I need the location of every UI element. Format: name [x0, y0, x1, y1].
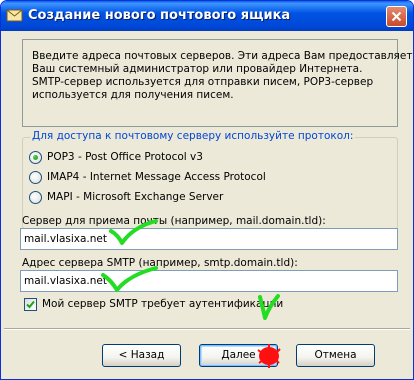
info-panel: Введите адреса почтовых серверов. Эти ад…	[22, 39, 413, 127]
next-button[interactable]: Далее	[199, 344, 278, 367]
info-line: SMTP-сервер используется для отправки пи…	[32, 76, 374, 88]
smtp-auth-label: Мой сервер SMTP требует аутентификации	[42, 298, 284, 310]
radio-selected-dot	[33, 155, 38, 160]
radio-mapi-label: MAPI - Microsoft Exchange Server	[47, 191, 224, 203]
title-bar[interactable]: Создание нового почтового ящика	[1, 1, 413, 31]
info-line: используется для получения писем.	[32, 89, 234, 101]
back-button[interactable]: < Назад	[102, 344, 181, 367]
mailbox-icon	[6, 7, 23, 24]
dialog-window: Создание нового почтового ящика Введите …	[0, 0, 414, 380]
smtp-server-input[interactable]: mail.vlasixa.net	[20, 270, 398, 292]
radio-button[interactable]	[29, 191, 42, 204]
window-title: Создание нового почтового ящика	[28, 8, 291, 23]
cancel-button[interactable]: Отмена	[296, 344, 375, 367]
dialog-content: Введите адреса почтовых серверов. Эти ад…	[4, 31, 413, 376]
footer-divider	[4, 328, 410, 330]
incoming-server-input[interactable]: mail.vlasixa.net	[20, 228, 398, 250]
close-button[interactable]	[386, 6, 407, 27]
protocol-group-label: Для доступа к почтовому серверу использу…	[30, 130, 356, 142]
smtp-auth-checkbox[interactable]	[24, 298, 37, 311]
info-line: Ваш системный администратор или провайде…	[32, 63, 363, 75]
checkmark-icon	[26, 300, 35, 309]
incoming-server-label: Сервер для приема почты (например, mail.…	[22, 215, 326, 227]
close-icon	[391, 11, 402, 22]
info-line: Введите адреса почтовых серверов. Эти ад…	[32, 50, 413, 62]
radio-button[interactable]	[29, 151, 42, 164]
radio-imap4-label: IMAP4 - Internet Message Access Protocol	[47, 171, 266, 183]
radio-button[interactable]	[29, 171, 42, 184]
radio-pop3-label: POP3 - Post Office Protocol v3	[47, 151, 203, 163]
smtp-server-label: Адрес сервера SMTP (например, smtp.domai…	[22, 257, 298, 269]
